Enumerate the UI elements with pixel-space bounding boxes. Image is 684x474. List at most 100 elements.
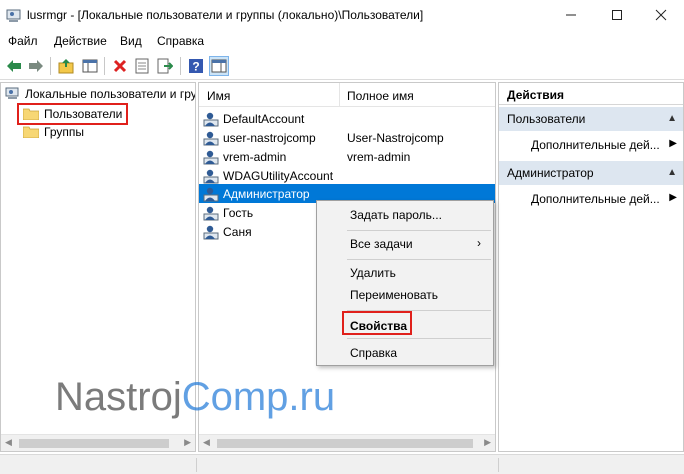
list-horizontal-scrollbar[interactable]: ◀ ▶ (199, 434, 495, 451)
scroll-right-icon[interactable]: ▶ (184, 437, 191, 448)
scroll-thumb[interactable] (19, 439, 169, 448)
user-account-icon (203, 112, 219, 127)
properties-sheet-icon (135, 58, 149, 74)
ctx-help[interactable]: Справка (317, 342, 493, 364)
actions-more-users-label: Дополнительные дей... (531, 138, 660, 152)
minimize-icon (566, 14, 576, 16)
user-account-icon (203, 150, 219, 165)
user-name-cell: Гость (223, 206, 254, 220)
submenu-arrow-icon: ▶ (669, 192, 677, 203)
user-name-cell: user-nastrojcomp (223, 131, 316, 145)
console-tree-icon (82, 59, 98, 73)
maximize-icon (612, 10, 622, 20)
watermark: NastrojComp.ru (55, 375, 335, 420)
minimize-button[interactable] (548, 0, 594, 30)
user-account-icon (203, 225, 219, 240)
table-row[interactable]: DefaultAccount (199, 109, 495, 128)
user-name-cell: WDAGUtilityAccount (223, 169, 334, 183)
computer-users-icon (5, 87, 19, 99)
menu-view[interactable]: Вид (120, 34, 142, 48)
user-full-name-cell: vrem-admin (347, 150, 411, 164)
user-account-icon (203, 187, 219, 202)
actions-more-admin[interactable]: Дополнительные дей... ▶ (499, 187, 683, 209)
menu-file[interactable]: Файл (8, 34, 38, 48)
ctx-rename[interactable]: Переименовать (317, 284, 493, 306)
properties-toolbar-button[interactable] (132, 56, 152, 76)
collapse-up-icon[interactable]: ▲ (667, 167, 677, 178)
actions-section-admin-label: Администратор (507, 166, 594, 180)
user-account-icon (203, 131, 219, 146)
chevron-right-icon: › (477, 236, 481, 250)
tree-root-label: Локальные пользователи и гру (25, 87, 196, 101)
ctx-help-label: Справка (350, 346, 398, 360)
action-pane-icon (211, 59, 227, 73)
folder-up-icon (58, 59, 74, 74)
lusrmgr-app-icon (6, 9, 21, 22)
user-name-cell: Саня (223, 225, 252, 239)
tree-groups-label: Группы (44, 125, 84, 139)
close-button[interactable] (638, 0, 684, 30)
export-list-button[interactable] (155, 56, 175, 76)
tree-item-users[interactable]: Пользователи (17, 103, 129, 125)
column-header-full-name[interactable]: Полное имя (347, 89, 414, 103)
actions-more-admin-label: Дополнительные дей... (531, 192, 660, 206)
back-arrow-icon (7, 60, 21, 72)
ctx-all-tasks[interactable]: Все задачи › (317, 233, 493, 255)
ctx-delete-label: Удалить (350, 266, 396, 280)
column-header-name[interactable]: Имя (207, 89, 230, 103)
table-row[interactable]: vrem-admin vrem-admin (199, 147, 495, 166)
ctx-all-tasks-label: Все задачи (350, 237, 413, 251)
folder-icon (23, 108, 39, 120)
menu-bar: Файл Действие Вид Справка (0, 32, 684, 52)
table-row[interactable]: user-nastrojcomp User-Nastrojcomp (199, 128, 495, 147)
ctx-rename-label: Переименовать (350, 288, 438, 302)
delete-button[interactable] (110, 56, 130, 76)
tree-horizontal-scrollbar[interactable]: ◀ ▶ (1, 434, 195, 451)
actions-pane: Действия Пользователи ▲ Дополнительные д… (498, 82, 684, 452)
user-name-cell: DefaultAccount (223, 112, 305, 126)
ctx-delete[interactable]: Удалить (317, 262, 493, 284)
tree-item-groups[interactable]: Группы (23, 123, 84, 141)
export-icon (157, 58, 173, 74)
actions-section-admin[interactable]: Администратор ▲ (499, 161, 683, 185)
action-pane-toggle-button[interactable] (209, 56, 229, 76)
window-title: lusrmgr - [Локальные пользователи и груп… (27, 8, 424, 22)
ctx-set-password[interactable]: Задать пароль... (317, 204, 493, 226)
user-name-cell: vrem-admin (223, 150, 287, 164)
menu-help[interactable]: Справка (157, 34, 204, 48)
scroll-left-icon[interactable]: ◀ (203, 437, 210, 448)
table-row[interactable]: WDAGUtilityAccount (199, 166, 495, 185)
ctx-set-password-label: Задать пароль... (350, 208, 442, 222)
title-bar: lusrmgr - [Локальные пользователи и груп… (0, 0, 684, 32)
actions-more-users[interactable]: Дополнительные дей... ▶ (499, 133, 683, 155)
folder-icon (23, 126, 39, 138)
list-header: Имя Полное имя (199, 83, 495, 107)
show-hide-tree-button[interactable] (80, 56, 100, 76)
actions-title: Действия (499, 83, 683, 105)
up-level-button[interactable] (56, 56, 76, 76)
toolbar: ? (0, 52, 684, 80)
properties-highlight-box (342, 311, 412, 335)
actions-section-users[interactable]: Пользователи ▲ (499, 107, 683, 131)
svg-text:?: ? (192, 60, 199, 74)
tree-item-root[interactable]: Локальные пользователи и гру (5, 85, 196, 103)
actions-section-users-label: Пользователи (507, 112, 586, 126)
forward-arrow-icon (29, 60, 43, 72)
user-name-cell: Администратор (223, 187, 310, 201)
help-toolbar-button[interactable]: ? (186, 56, 206, 76)
scroll-left-icon[interactable]: ◀ (5, 437, 12, 448)
watermark-part1: Nastroj (55, 375, 182, 419)
delete-x-icon (113, 59, 127, 73)
collapse-up-icon[interactable]: ▲ (667, 113, 677, 124)
scroll-thumb[interactable] (217, 439, 473, 448)
menu-action[interactable]: Действие (54, 34, 107, 48)
back-button[interactable] (4, 56, 24, 76)
help-icon: ? (189, 59, 203, 74)
tree-users-label: Пользователи (44, 107, 123, 121)
submenu-arrow-icon: ▶ (669, 138, 677, 149)
maximize-button[interactable] (594, 0, 640, 30)
scroll-right-icon[interactable]: ▶ (484, 437, 491, 448)
forward-button[interactable] (26, 56, 46, 76)
user-account-icon (203, 169, 219, 184)
context-menu: Задать пароль... Все задачи › Удалить Пе… (316, 200, 494, 366)
